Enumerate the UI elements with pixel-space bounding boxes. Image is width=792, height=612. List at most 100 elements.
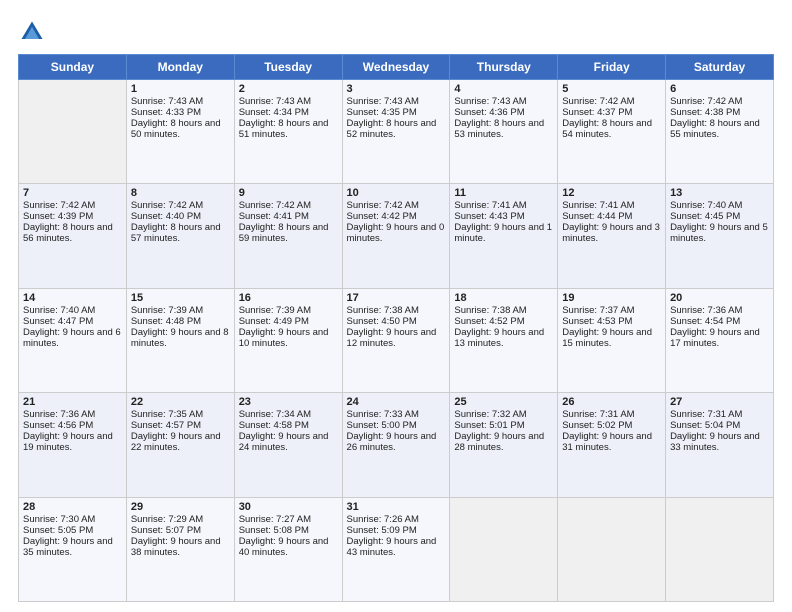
calendar-cell: 24Sunrise: 7:33 AMSunset: 5:00 PMDayligh… <box>342 393 450 497</box>
calendar-week-4: 21Sunrise: 7:36 AMSunset: 4:56 PMDayligh… <box>19 393 774 497</box>
sunrise-text: Sunrise: 7:40 AM <box>670 200 769 211</box>
daylight-text: Daylight: 9 hours and 17 minutes. <box>670 327 769 349</box>
day-header-sunday: Sunday <box>19 55 127 80</box>
calendar-cell: 1Sunrise: 7:43 AMSunset: 4:33 PMDaylight… <box>126 80 234 184</box>
calendar-cell: 15Sunrise: 7:39 AMSunset: 4:48 PMDayligh… <box>126 288 234 392</box>
logo-icon <box>18 18 46 46</box>
sunset-text: Sunset: 4:48 PM <box>131 316 230 327</box>
daylight-text: Daylight: 9 hours and 43 minutes. <box>347 536 446 558</box>
day-number: 10 <box>347 187 446 199</box>
daylight-text: Daylight: 9 hours and 28 minutes. <box>454 431 553 453</box>
day-number: 11 <box>454 187 553 199</box>
daylight-text: Daylight: 9 hours and 15 minutes. <box>562 327 661 349</box>
sunset-text: Sunset: 4:35 PM <box>347 107 446 118</box>
sunrise-text: Sunrise: 7:31 AM <box>670 409 769 420</box>
day-number: 19 <box>562 292 661 304</box>
day-number: 29 <box>131 501 230 513</box>
day-number: 26 <box>562 396 661 408</box>
sunrise-text: Sunrise: 7:43 AM <box>454 96 553 107</box>
calendar-cell: 30Sunrise: 7:27 AMSunset: 5:08 PMDayligh… <box>234 497 342 601</box>
calendar-cell: 2Sunrise: 7:43 AMSunset: 4:34 PMDaylight… <box>234 80 342 184</box>
daylight-text: Daylight: 9 hours and 22 minutes. <box>131 431 230 453</box>
sunset-text: Sunset: 4:41 PM <box>239 211 338 222</box>
sunrise-text: Sunrise: 7:32 AM <box>454 409 553 420</box>
calendar-cell: 13Sunrise: 7:40 AMSunset: 4:45 PMDayligh… <box>666 184 774 288</box>
day-number: 24 <box>347 396 446 408</box>
day-number: 30 <box>239 501 338 513</box>
day-number: 28 <box>23 501 122 513</box>
calendar-cell: 18Sunrise: 7:38 AMSunset: 4:52 PMDayligh… <box>450 288 558 392</box>
sunset-text: Sunset: 4:50 PM <box>347 316 446 327</box>
calendar-cell: 8Sunrise: 7:42 AMSunset: 4:40 PMDaylight… <box>126 184 234 288</box>
sunset-text: Sunset: 5:05 PM <box>23 525 122 536</box>
day-number: 2 <box>239 83 338 95</box>
calendar-cell: 23Sunrise: 7:34 AMSunset: 4:58 PMDayligh… <box>234 393 342 497</box>
calendar-cell: 26Sunrise: 7:31 AMSunset: 5:02 PMDayligh… <box>558 393 666 497</box>
sunrise-text: Sunrise: 7:41 AM <box>562 200 661 211</box>
day-number: 31 <box>347 501 446 513</box>
sunset-text: Sunset: 4:37 PM <box>562 107 661 118</box>
sunrise-text: Sunrise: 7:37 AM <box>562 305 661 316</box>
calendar-cell: 6Sunrise: 7:42 AMSunset: 4:38 PMDaylight… <box>666 80 774 184</box>
daylight-text: Daylight: 9 hours and 31 minutes. <box>562 431 661 453</box>
daylight-text: Daylight: 8 hours and 55 minutes. <box>670 118 769 140</box>
day-number: 7 <box>23 187 122 199</box>
sunset-text: Sunset: 4:44 PM <box>562 211 661 222</box>
calendar-cell: 12Sunrise: 7:41 AMSunset: 4:44 PMDayligh… <box>558 184 666 288</box>
sunrise-text: Sunrise: 7:29 AM <box>131 514 230 525</box>
day-header-monday: Monday <box>126 55 234 80</box>
daylight-text: Daylight: 8 hours and 50 minutes. <box>131 118 230 140</box>
day-number: 22 <box>131 396 230 408</box>
day-header-wednesday: Wednesday <box>342 55 450 80</box>
daylight-text: Daylight: 9 hours and 13 minutes. <box>454 327 553 349</box>
calendar-cell: 28Sunrise: 7:30 AMSunset: 5:05 PMDayligh… <box>19 497 127 601</box>
sunset-text: Sunset: 5:09 PM <box>347 525 446 536</box>
day-header-saturday: Saturday <box>666 55 774 80</box>
sunrise-text: Sunrise: 7:36 AM <box>23 409 122 420</box>
sunset-text: Sunset: 5:07 PM <box>131 525 230 536</box>
day-number: 15 <box>131 292 230 304</box>
sunset-text: Sunset: 4:43 PM <box>454 211 553 222</box>
daylight-text: Daylight: 8 hours and 51 minutes. <box>239 118 338 140</box>
sunrise-text: Sunrise: 7:40 AM <box>23 305 122 316</box>
calendar-cell: 27Sunrise: 7:31 AMSunset: 5:04 PMDayligh… <box>666 393 774 497</box>
sunset-text: Sunset: 4:38 PM <box>670 107 769 118</box>
day-number: 8 <box>131 187 230 199</box>
sunset-text: Sunset: 5:08 PM <box>239 525 338 536</box>
calendar-cell: 20Sunrise: 7:36 AMSunset: 4:54 PMDayligh… <box>666 288 774 392</box>
sunrise-text: Sunrise: 7:42 AM <box>562 96 661 107</box>
sunset-text: Sunset: 4:33 PM <box>131 107 230 118</box>
day-header-friday: Friday <box>558 55 666 80</box>
calendar-week-1: 1Sunrise: 7:43 AMSunset: 4:33 PMDaylight… <box>19 80 774 184</box>
sunset-text: Sunset: 4:42 PM <box>347 211 446 222</box>
day-number: 13 <box>670 187 769 199</box>
day-number: 27 <box>670 396 769 408</box>
calendar-cell: 14Sunrise: 7:40 AMSunset: 4:47 PMDayligh… <box>19 288 127 392</box>
sunrise-text: Sunrise: 7:30 AM <box>23 514 122 525</box>
calendar-cell: 4Sunrise: 7:43 AMSunset: 4:36 PMDaylight… <box>450 80 558 184</box>
calendar-cell <box>558 497 666 601</box>
daylight-text: Daylight: 9 hours and 35 minutes. <box>23 536 122 558</box>
sunrise-text: Sunrise: 7:42 AM <box>347 200 446 211</box>
sunrise-text: Sunrise: 7:26 AM <box>347 514 446 525</box>
daylight-text: Daylight: 9 hours and 12 minutes. <box>347 327 446 349</box>
daylight-text: Daylight: 9 hours and 19 minutes. <box>23 431 122 453</box>
calendar-table: SundayMondayTuesdayWednesdayThursdayFrid… <box>18 54 774 602</box>
sunrise-text: Sunrise: 7:42 AM <box>23 200 122 211</box>
day-number: 25 <box>454 396 553 408</box>
sunset-text: Sunset: 4:36 PM <box>454 107 553 118</box>
day-number: 14 <box>23 292 122 304</box>
sunset-text: Sunset: 4:49 PM <box>239 316 338 327</box>
daylight-text: Daylight: 8 hours and 52 minutes. <box>347 118 446 140</box>
sunrise-text: Sunrise: 7:39 AM <box>131 305 230 316</box>
daylight-text: Daylight: 9 hours and 40 minutes. <box>239 536 338 558</box>
sunrise-text: Sunrise: 7:34 AM <box>239 409 338 420</box>
calendar-week-5: 28Sunrise: 7:30 AMSunset: 5:05 PMDayligh… <box>19 497 774 601</box>
sunrise-text: Sunrise: 7:43 AM <box>347 96 446 107</box>
day-number: 17 <box>347 292 446 304</box>
page: SundayMondayTuesdayWednesdayThursdayFrid… <box>0 0 792 612</box>
daylight-text: Daylight: 8 hours and 56 minutes. <box>23 222 122 244</box>
sunset-text: Sunset: 5:02 PM <box>562 420 661 431</box>
sunrise-text: Sunrise: 7:41 AM <box>454 200 553 211</box>
sunrise-text: Sunrise: 7:31 AM <box>562 409 661 420</box>
